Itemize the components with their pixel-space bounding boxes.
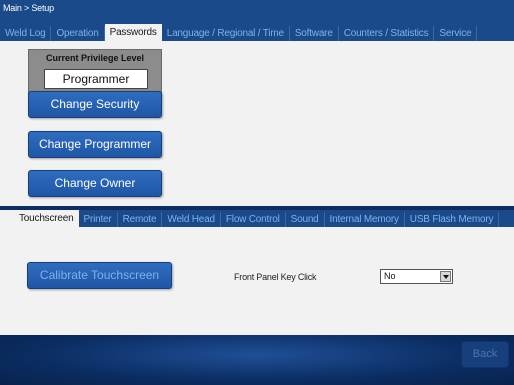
tab-software[interactable]: Software [290, 26, 339, 41]
change-programmer-button[interactable]: Change Programmer [28, 131, 162, 158]
tab-internal-memory[interactable]: Internal Memory [325, 212, 405, 227]
chevron-down-icon[interactable] [440, 271, 451, 282]
tab-touchscreen[interactable]: Touchscreen [0, 210, 79, 227]
key-click-value: No [384, 271, 396, 281]
tab-counters-statistics[interactable]: Counters / Statistics [339, 26, 435, 41]
passwords-panel: Current Privilege Level Programmer Chang… [0, 41, 514, 206]
privilege-level-label: Current Privilege Level [45, 53, 145, 63]
tab-flow-control[interactable]: Flow Control [221, 212, 286, 227]
breadcrumb-bar: Main > Setup [0, 0, 514, 24]
top-tab-bar: Weld Log Operation Passwords Language / … [0, 24, 514, 41]
tab-language-regional-time[interactable]: Language / Regional / Time [162, 26, 290, 41]
tab-remote[interactable]: Remote [118, 212, 163, 227]
tab-sound[interactable]: Sound [286, 212, 325, 227]
footer-bar: Back [0, 335, 514, 385]
tab-weld-head[interactable]: Weld Head [162, 212, 221, 227]
tab-weld-log[interactable]: Weld Log [0, 26, 52, 41]
tab-usb-flash-memory[interactable]: USB Flash Memory [405, 212, 500, 227]
bottom-tab-bar: Touchscreen Printer Remote Weld Head Flo… [0, 210, 514, 227]
tab-operation[interactable]: Operation [51, 26, 105, 41]
tab-passwords[interactable]: Passwords [104, 24, 162, 41]
key-click-label: Front Panel Key Click [234, 272, 317, 282]
back-button[interactable]: Back [461, 341, 509, 368]
change-owner-button[interactable]: Change Owner [28, 170, 162, 197]
touchscreen-panel: Calibrate Touchscreen Front Panel Key Cl… [0, 227, 514, 335]
privilege-level-box: Current Privilege Level Programmer [28, 49, 162, 97]
calibrate-touchscreen-button[interactable]: Calibrate Touchscreen [27, 262, 172, 289]
key-click-select[interactable]: No [380, 269, 453, 284]
privilege-level-value: Programmer [44, 69, 148, 89]
tab-service[interactable]: Service [434, 26, 478, 41]
tab-printer[interactable]: Printer [79, 212, 118, 227]
breadcrumb: Main > Setup [3, 3, 54, 13]
change-security-button[interactable]: Change Security [28, 91, 162, 118]
